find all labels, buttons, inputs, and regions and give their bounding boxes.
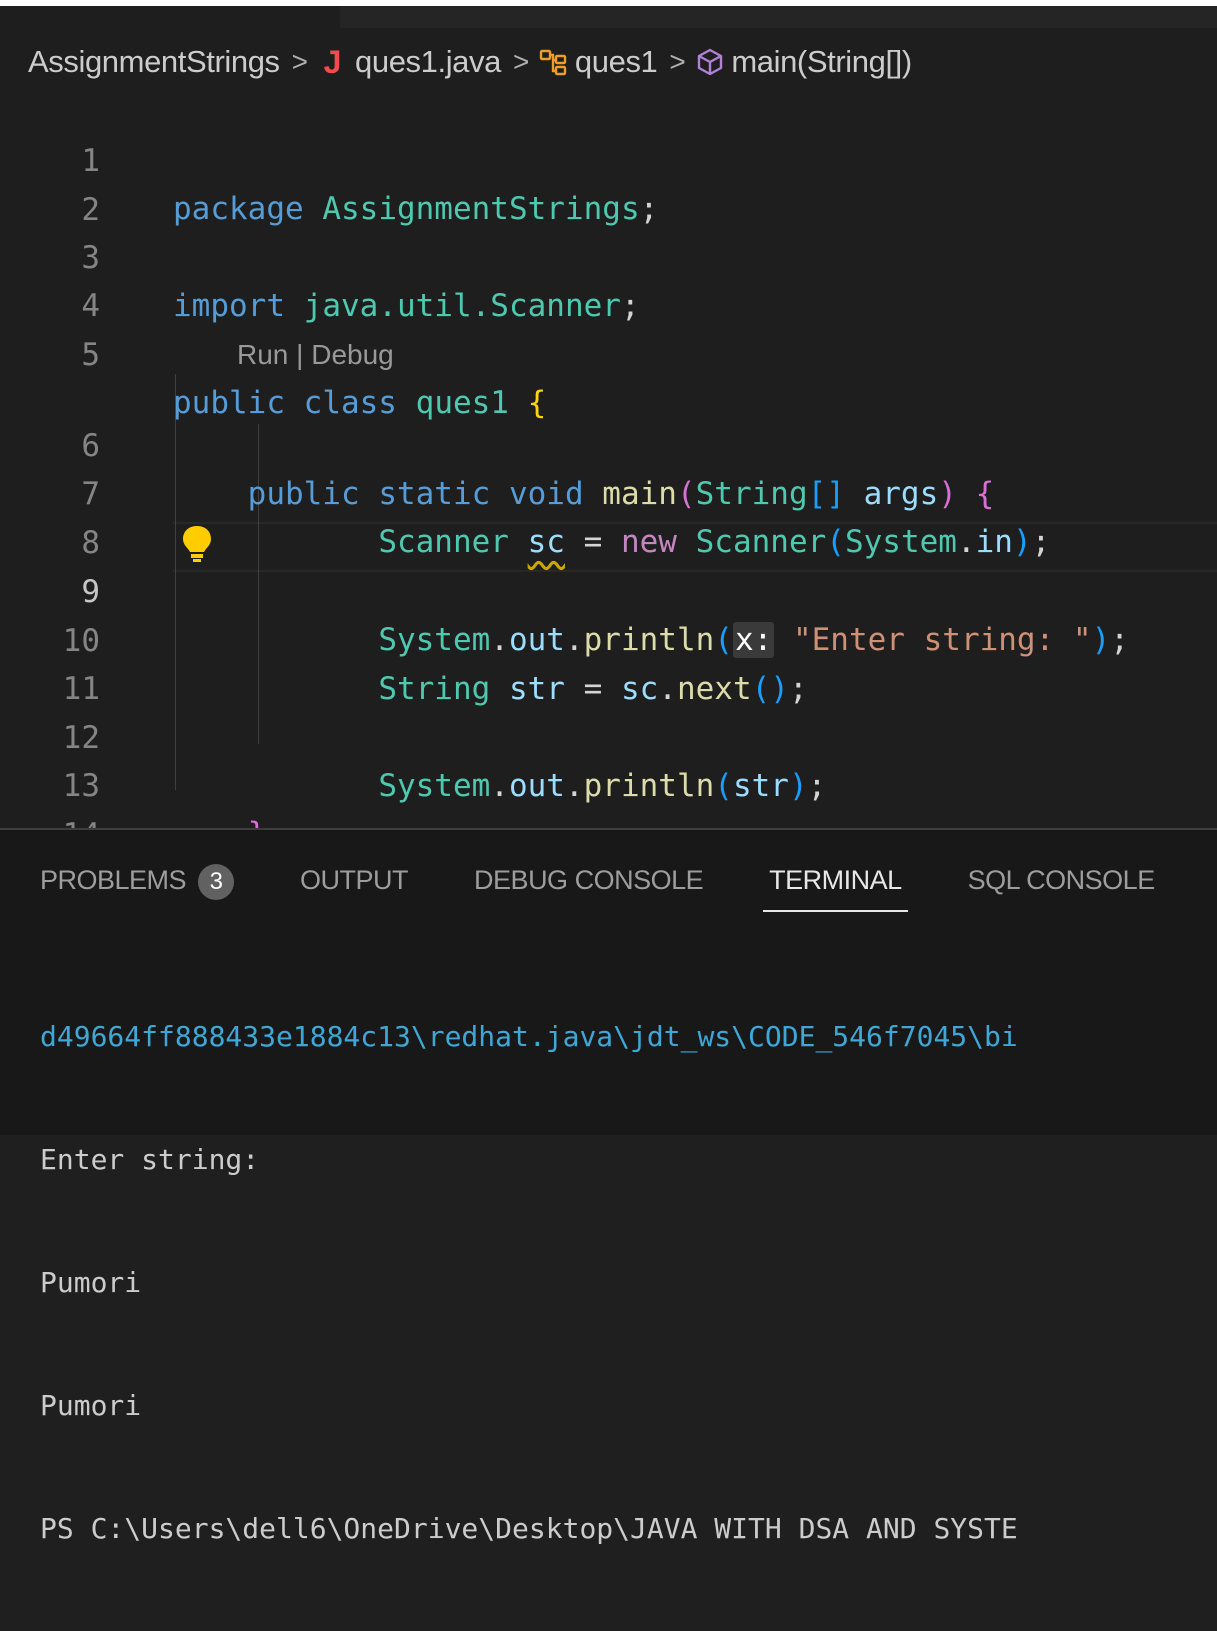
class-symbol-icon	[539, 49, 567, 76]
editor-tab[interactable]	[0, 6, 340, 28]
tab-terminal[interactable]: TERMINAL	[763, 854, 908, 912]
code-line: 3 import java.util.Scanner;	[0, 186, 1217, 324]
breadcrumb-class[interactable]: ques1	[575, 44, 658, 80]
code-line: 7 Scanner sc = new Scanner(System.in);	[0, 422, 1217, 560]
code-editor[interactable]: AssignmentStrings > J ques1.java > ques1…	[0, 28, 1217, 828]
breadcrumb-separator: >	[291, 46, 308, 77]
tab-label: TERMINAL	[769, 865, 902, 895]
breadcrumb-separator: >	[512, 46, 529, 77]
tab-label: DEBUG CONSOLE	[474, 865, 704, 895]
tab-debug-console[interactable]: DEBUG CONSOLE	[474, 854, 704, 910]
debug-codelens-link[interactable]: Debug	[311, 339, 394, 370]
terminal-output[interactable]: d49664ff888433e1884c13\redhat.java\jdt_w…	[40, 934, 1018, 1631]
tab-sql-console[interactable]: SQL CONSOLE	[967, 854, 1156, 910]
terminal-line: Pumori	[40, 1266, 142, 1299]
terminal-line: d49664ff888433e1884c13\redhat.java\jdt_w…	[40, 1020, 1018, 1053]
breadcrumb-file[interactable]: ques1.java	[355, 44, 501, 80]
tab-label: PROBLEMS	[40, 865, 187, 895]
tab-label: OUTPUT	[300, 865, 409, 895]
java-file-icon: J	[323, 43, 342, 80]
line-number: 5	[81, 337, 100, 373]
problems-count-badge: 3	[198, 863, 235, 900]
terminal-line: Enter string:	[40, 1143, 260, 1176]
code-line: 6 public static void main(String[] args)…	[0, 374, 1217, 512]
breadcrumb: AssignmentStrings > J ques1.java > ques1…	[28, 42, 912, 82]
code-lens: Run | Debug	[237, 335, 394, 375]
code-line: 5 public class ques1 {	[0, 283, 1217, 421]
breadcrumb-separator: >	[669, 46, 686, 77]
code-token: }	[248, 816, 267, 828]
bottom-panel: PROBLEMS 3 OUTPUT DEBUG CONSOLE TERMINAL …	[0, 828, 1217, 1545]
code-line: 10 String str = sc.next();	[0, 569, 1217, 707]
breadcrumb-folder[interactable]: AssignmentStrings	[28, 44, 280, 80]
terminal-line: PS C:\Users\dell6\OneDrive\Desktop\JAVA …	[40, 1512, 1018, 1545]
code-line: 2	[0, 138, 1217, 228]
code-line: 8	[0, 471, 1217, 561]
code-line: 1 package AssignmentStrings;	[0, 89, 1217, 227]
tab-problems[interactable]: PROBLEMS 3	[40, 854, 235, 910]
editor-tab-strip	[0, 6, 1217, 28]
code-line: 13 }	[0, 714, 1217, 828]
code-line: 11	[0, 617, 1217, 707]
breadcrumb-method[interactable]: main(String[])	[731, 44, 912, 80]
codelens-separator: |	[296, 339, 304, 370]
tab-output[interactable]: OUTPUT	[300, 854, 409, 910]
code-line: 14 }	[0, 763, 1217, 828]
code-line: 12 System.out.println(str);	[0, 666, 1217, 804]
panel-tabs: PROBLEMS 3 OUTPUT DEBUG CONSOLE TERMINAL …	[40, 854, 1217, 912]
terminal-line: Pumori	[40, 1389, 142, 1422]
line-number: 14	[0, 811, 100, 828]
method-cube-icon	[698, 48, 723, 76]
run-codelens-link[interactable]: Run	[237, 339, 288, 370]
tab-label: SQL CONSOLE	[967, 865, 1156, 895]
code-line: 9 System.out.println(x: "Enter string: "…	[0, 520, 1217, 658]
code-line: 4	[0, 234, 1217, 324]
